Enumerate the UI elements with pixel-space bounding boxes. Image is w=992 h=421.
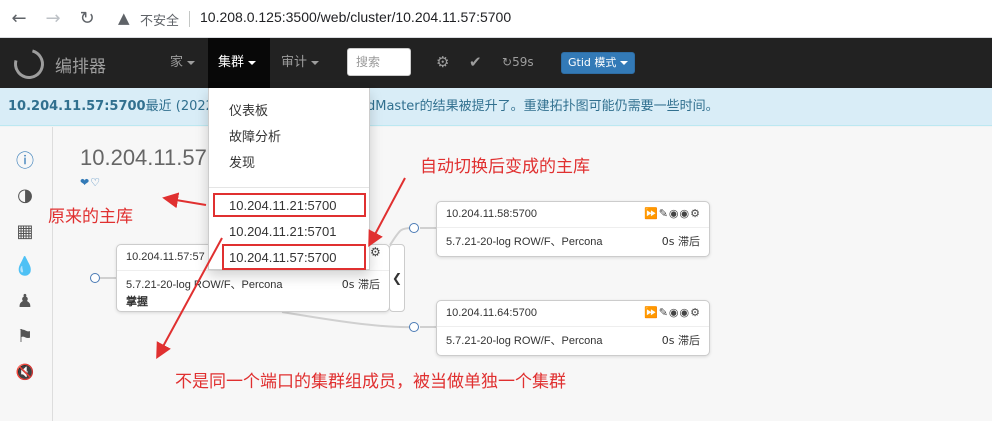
arrow-not-member bbox=[156, 237, 223, 360]
screen: ← → ↻ ▲ 不安全 10.208.0.125:3500/web/cluste… bbox=[0, 0, 992, 421]
annotation-not-member: 不是同一个端口的集群组成员，被当做单独一个集群 bbox=[175, 372, 566, 392]
annotation-new-master: 自动切换后变成的主库 bbox=[420, 157, 590, 177]
annotation-original-master: 原来的主库 bbox=[48, 207, 133, 227]
arrow-new-master bbox=[368, 177, 406, 248]
arrow-original-master bbox=[162, 192, 207, 209]
annotation-arrows bbox=[156, 177, 406, 360]
